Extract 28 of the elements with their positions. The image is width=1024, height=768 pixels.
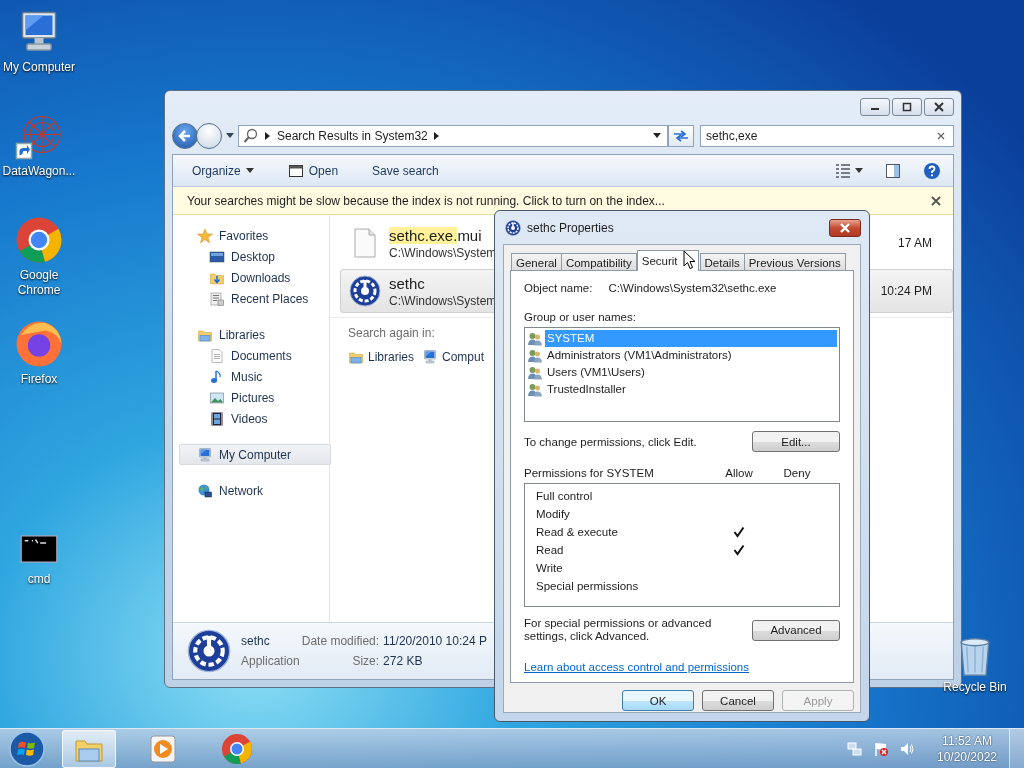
- permission-name: Full control: [536, 490, 594, 502]
- object-name-value: C:\Windows\System32\sethc.exe: [608, 282, 777, 294]
- file-path: C:\Windows\System: [389, 293, 497, 308]
- details-value: 11/20/2010 10:24 P: [383, 634, 487, 648]
- column-header: Allow: [724, 467, 754, 479]
- file-name: sethc.exe.mui: [389, 226, 483, 244]
- permission-name: Special permissions: [536, 580, 640, 592]
- details-value: 272 KB: [383, 654, 424, 668]
- details-type: Application: [241, 654, 300, 668]
- change-hint: To change permissions, click Edit.: [524, 435, 697, 448]
- details-name: sethc: [241, 634, 270, 648]
- file-time: 17 AM: [897, 236, 932, 250]
- advanced-hint: For special permissions or advanced settings, click Advanced.: [524, 617, 713, 643]
- permission-name: Read: [536, 544, 565, 556]
- permissions-label: Permissions for SYSTEM: [524, 467, 655, 479]
- file-time: 10:24 PM: [880, 284, 932, 298]
- file-path: C:\Windows\System: [389, 245, 497, 260]
- permission-name: Modify: [536, 508, 571, 520]
- file-name: sethc: [389, 274, 426, 292]
- details-label: Date modified:: [301, 634, 380, 648]
- permission-name: Write: [536, 562, 564, 574]
- search-again-label: Search again in:: [348, 326, 435, 340]
- permission-name: Read & execute: [536, 526, 619, 538]
- dialog-title: sethc Properties: [527, 220, 614, 235]
- details-label: Size:: [351, 654, 380, 668]
- column-header: Deny: [782, 467, 812, 479]
- groups-label: Group or user names:: [524, 311, 637, 323]
- object-name-label: Object name:: [524, 282, 593, 294]
